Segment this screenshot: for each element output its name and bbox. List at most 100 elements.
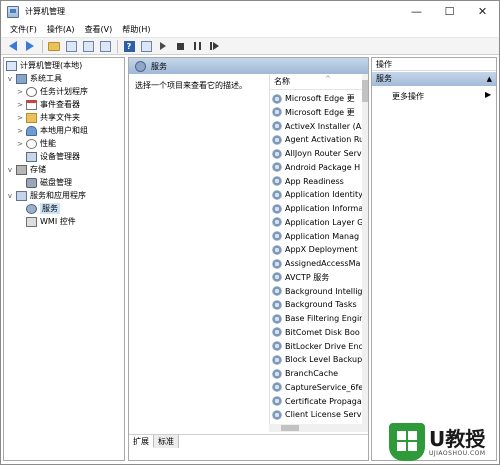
service-name: Client License Servi — [285, 410, 362, 420]
expand-chevron-icon[interactable]: v — [6, 75, 14, 83]
service-row[interactable]: ActiveX Installer (Ax — [270, 120, 362, 133]
tree-item-wmi-control[interactable]: WMI 控件 — [26, 215, 76, 228]
column-header-name[interactable]: ^ 名称 — [270, 74, 368, 90]
service-row[interactable]: App Readiness — [270, 175, 362, 188]
up-folder-button[interactable] — [46, 38, 62, 54]
scrollbar-thumb[interactable] — [362, 80, 368, 102]
service-gear-icon — [272, 327, 282, 338]
service-row[interactable]: Background Tasks — [270, 298, 362, 311]
service-name: AssignedAccessMa — [285, 259, 361, 268]
help-button[interactable]: ? — [121, 38, 137, 54]
service-row[interactable]: Agent Activation Ru — [270, 133, 362, 146]
service-name: CaptureService_6fe — [285, 382, 362, 392]
service-name: Certificate Propaga — [285, 396, 362, 406]
expand-chevron-icon[interactable]: > — [16, 88, 24, 96]
tab-extended[interactable]: 扩展 — [129, 435, 154, 448]
show-hide-tree-button[interactable] — [63, 38, 79, 54]
service-row[interactable]: AVCTP 服务 — [270, 271, 362, 284]
tree-item-storage[interactable]: v 存储 — [6, 163, 46, 176]
maximize-button[interactable]: ☐ — [433, 1, 466, 22]
tree-item-local-users[interactable]: > 本地用户和组 — [16, 124, 88, 137]
expand-chevron-icon[interactable]: v — [6, 166, 14, 174]
back-button[interactable] — [5, 38, 21, 54]
tree-item-device-manager[interactable]: 设备管理器 — [26, 150, 80, 163]
service-gear-icon — [272, 272, 282, 283]
expand-chevron-icon[interactable]: v — [6, 192, 14, 200]
forward-arrow-icon — [26, 41, 34, 51]
service-row[interactable]: Background Intellig — [270, 285, 362, 298]
service-row[interactable]: BitComet Disk Boo — [270, 326, 362, 339]
tree-item-system-tools[interactable]: v 系统工具 — [6, 72, 62, 85]
performance-icon — [26, 138, 37, 149]
refresh-button[interactable] — [80, 38, 96, 54]
service-row[interactable]: BitLocker Drive Enc — [270, 340, 362, 353]
services-pane: 服务 选择一个项目来查看它的描述。 ^ 名称 Microsoft Edge 更 M… — [128, 57, 369, 461]
service-row[interactable]: Microsoft Edge 更 — [270, 92, 362, 105]
service-row[interactable]: Base Filtering Engir — [270, 312, 362, 325]
service-row[interactable]: AssignedAccessMa — [270, 257, 362, 270]
forward-button[interactable] — [22, 38, 38, 54]
service-name: App Readiness — [285, 176, 344, 186]
restart-service-button[interactable] — [206, 38, 222, 54]
service-name: Application Identity — [285, 190, 362, 200]
export-list-button[interactable] — [97, 38, 113, 54]
services-header-title: 服务 — [151, 61, 167, 71]
expand-chevron-icon[interactable]: > — [16, 127, 24, 135]
tree-item-computer-management[interactable]: 计算机管理(本地) — [6, 59, 82, 72]
expand-chevron-icon[interactable]: > — [16, 114, 24, 122]
collapse-up-icon[interactable]: ▲ — [487, 72, 492, 86]
toolbar: ? — [1, 37, 499, 55]
menu-view[interactable]: 查看(V) — [80, 22, 118, 37]
menu-help[interactable]: 帮助(H) — [117, 22, 155, 37]
tree-item-performance[interactable]: > 性能 — [16, 137, 56, 150]
service-row[interactable]: Application Layer G — [270, 216, 362, 229]
service-gear-icon — [272, 148, 282, 159]
computer-management-window: 计算机管理 — ☐ ✕ 文件(F) 操作(A) 查看(V) 帮助(H) ? 计算… — [0, 0, 500, 465]
window-title: 计算机管理 — [25, 7, 65, 16]
tab-standard[interactable]: 标准 — [154, 435, 179, 448]
service-name: Application Manag — [285, 231, 360, 241]
service-row[interactable]: AllJoyn Router Serv — [270, 147, 362, 160]
horizontal-scrollbar[interactable] — [269, 424, 362, 432]
menu-action[interactable]: 操作(A) — [42, 22, 80, 37]
service-gear-icon — [272, 286, 282, 296]
menu-file[interactable]: 文件(F) — [5, 22, 42, 37]
properties-button[interactable] — [138, 38, 154, 54]
service-row[interactable]: Certificate Propaga — [270, 395, 362, 408]
service-row[interactable]: Android Package H — [270, 161, 362, 174]
service-gear-icon — [272, 341, 282, 351]
service-row[interactable]: Microsoft Edge 更 — [270, 106, 362, 119]
vertical-scrollbar[interactable] — [362, 74, 368, 432]
start-service-button[interactable] — [155, 38, 171, 54]
service-row[interactable]: Block Level Backup — [270, 353, 362, 366]
service-row[interactable]: CaptureService_6fe — [270, 381, 362, 394]
service-gear-icon — [272, 396, 282, 406]
service-row[interactable]: Application Informa — [270, 202, 362, 215]
service-row[interactable]: Application Identity — [270, 188, 362, 201]
stop-service-button[interactable] — [172, 38, 188, 54]
menu-bar: 文件(F) 操作(A) 查看(V) 帮助(H) — [1, 22, 499, 37]
pause-service-button[interactable] — [189, 38, 205, 54]
more-actions-link[interactable]: 更多操作 — [392, 91, 424, 102]
scrollbar-thumb[interactable] — [281, 425, 299, 431]
minimize-button[interactable]: — — [400, 1, 433, 22]
tree-item-shared-folders[interactable]: > 共享文件夹 — [16, 111, 80, 124]
gear-icon — [26, 203, 37, 214]
close-button[interactable]: ✕ — [466, 1, 499, 22]
actions-section-services[interactable]: 服务 ▲ — [372, 72, 496, 86]
computer-icon — [6, 60, 17, 71]
service-gear-icon — [272, 409, 282, 420]
expand-chevron-icon[interactable]: > — [16, 140, 24, 148]
tree-item-task-scheduler[interactable]: > 任务计划程序 — [16, 85, 88, 98]
tree-item-disk-management[interactable]: 磁盘管理 — [26, 176, 72, 189]
tree-item-services-and-applications[interactable]: v 服务和应用程序 — [6, 189, 86, 202]
service-row[interactable]: Application Manag — [270, 230, 362, 243]
view-tabs: 扩展 标准 — [129, 434, 368, 448]
service-row[interactable]: BranchCache — [270, 367, 362, 380]
service-gear-icon — [272, 203, 282, 214]
service-row[interactable]: AppX Deployment — [270, 243, 362, 256]
service-row[interactable]: Client License Servi — [270, 408, 362, 421]
expand-chevron-icon[interactable]: > — [16, 101, 24, 109]
tree-item-event-viewer[interactable]: > 事件查看器 — [16, 98, 80, 111]
tree-item-services[interactable]: 服务 — [26, 202, 60, 215]
